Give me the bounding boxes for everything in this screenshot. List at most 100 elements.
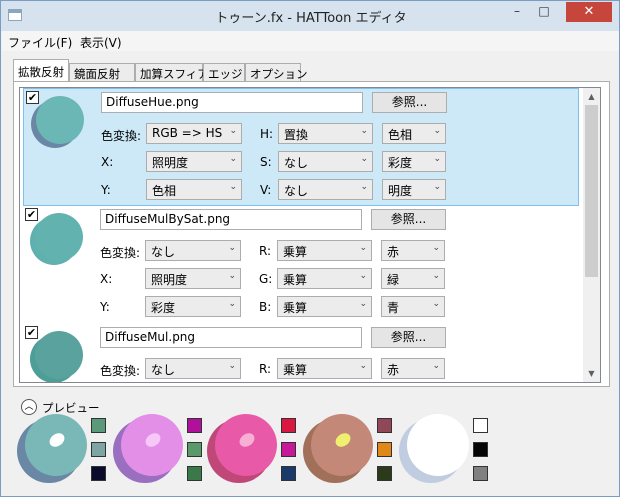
minimize-button[interactable]: – — [504, 2, 530, 22]
combo-value: なし — [151, 363, 176, 377]
combo-value: 彩度 — [388, 156, 413, 170]
browse-button[interactable]: 参照... — [371, 209, 446, 230]
texture-file-field[interactable]: DiffuseMulBySat.png — [100, 209, 362, 230]
color-conversion-select[interactable]: なし ⌄ — [145, 240, 241, 261]
layer-thumbnail — [31, 96, 84, 148]
chevron-down-icon: ⌄ — [359, 243, 367, 253]
axis-source-select[interactable]: 照明度 ⌄ — [146, 151, 242, 172]
chevron-down-icon: ⌄ — [432, 271, 440, 281]
layer-entry[interactable]: ✔ DiffuseHue.png 参照... 色変換: RGB => HS ⌄ H: 置換 ⌄… — [23, 88, 579, 206]
axis-source-select[interactable]: 彩度 ⌄ — [145, 296, 241, 317]
scroll-up-arrow-icon[interactable]: ▲ — [583, 88, 600, 105]
chevron-down-icon: ⌄ — [432, 299, 440, 309]
axis-label: Y: — [101, 183, 111, 197]
axis-source-select[interactable]: 色相 ⌄ — [146, 179, 242, 200]
maximize-button[interactable]: □ — [531, 2, 557, 22]
combo-value: 乗算 — [283, 301, 308, 315]
blend-op-select[interactable]: 乗算 ⌄ — [277, 296, 372, 317]
close-button[interactable]: ✕ — [566, 2, 612, 22]
chevron-down-icon: ⌄ — [228, 361, 236, 371]
vertical-scrollbar[interactable]: ▲ ▼ — [583, 88, 600, 382]
blend-op-select[interactable]: 乗算 ⌄ — [277, 240, 372, 261]
color-swatch[interactable] — [281, 418, 296, 433]
blend-op-select[interactable]: 乗算 ⌄ — [277, 268, 372, 289]
tab-add-sphere[interactable]: 加算スフィア — [135, 63, 209, 81]
source-channel-select[interactable]: 明度 ⌄ — [382, 179, 446, 200]
combo-value: 乗算 — [283, 245, 308, 259]
combo-value: 乗算 — [283, 273, 308, 287]
combo-value: なし — [284, 156, 309, 170]
preview-sphere — [113, 414, 183, 483]
tab-specular[interactable]: 鏡面反射 — [69, 63, 135, 81]
chevron-down-icon: ⌄ — [229, 154, 237, 164]
color-swatch[interactable] — [187, 442, 202, 457]
preview-sphere — [17, 414, 87, 483]
color-swatch[interactable] — [377, 466, 392, 481]
color-swatch[interactable] — [473, 466, 488, 481]
channel-label: B: — [259, 300, 272, 314]
blend-op-select[interactable]: 乗算 ⌄ — [277, 358, 372, 379]
app-icon[interactable] — [8, 9, 22, 21]
tab-diffuse[interactable]: 拡散反射 — [13, 59, 69, 81]
color-swatch[interactable] — [91, 442, 106, 457]
tab-options[interactable]: オプション — [245, 63, 308, 81]
color-swatch[interactable] — [281, 466, 296, 481]
blend-op-select[interactable]: なし ⌄ — [278, 151, 373, 172]
layer-entry[interactable]: ✔ DiffuseMul.png 参照... 色変換: なし ⌄ R: 乗算 ⌄ 赤 ⌄ — [23, 324, 579, 382]
texture-file-field[interactable]: DiffuseHue.png — [101, 92, 363, 113]
color-conversion-select[interactable]: RGB => HS ⌄ — [146, 123, 242, 144]
combo-value: 赤 — [387, 363, 400, 377]
combo-value: RGB => HS — [152, 126, 223, 140]
source-channel-select[interactable]: 緑 ⌄ — [381, 268, 445, 289]
blend-op-select[interactable]: 置換 ⌄ — [278, 123, 373, 144]
layer-thumbnail — [30, 331, 83, 382]
color-swatch[interactable] — [473, 418, 488, 433]
source-channel-select[interactable]: 色相 ⌄ — [382, 123, 446, 144]
chevron-down-icon: ⌄ — [228, 299, 236, 309]
color-swatch[interactable] — [91, 466, 106, 481]
color-swatch[interactable] — [91, 418, 106, 433]
color-conversion-select[interactable]: なし ⌄ — [145, 358, 241, 379]
color-swatch[interactable] — [187, 418, 202, 433]
color-conversion-label: 色変換: — [100, 364, 141, 378]
axis-label: X: — [101, 155, 114, 169]
preview-sphere — [399, 414, 469, 483]
combo-value: 青 — [387, 301, 400, 315]
preview-sphere — [303, 414, 373, 483]
chevron-down-icon: ⌄ — [433, 126, 441, 136]
color-swatch[interactable] — [377, 418, 392, 433]
preview-sphere — [207, 414, 277, 483]
source-channel-select[interactable]: 赤 ⌄ — [381, 358, 445, 379]
axis-source-select[interactable]: 照明度 ⌄ — [145, 268, 241, 289]
combo-value: 照明度 — [151, 273, 188, 287]
color-swatch[interactable] — [473, 442, 488, 457]
menu-file[interactable]: ファイル(F) — [8, 34, 72, 51]
layer-entry[interactable]: ✔ DiffuseMulBySat.png 参照... 色変換: なし ⌄ R: 乗算 ⌄ 赤 ⌄… — [23, 206, 579, 324]
layer-list[interactable]: ✔ DiffuseHue.png 参照... 色変換: RGB => HS ⌄ H: 置換 ⌄… — [19, 87, 601, 383]
texture-file-field[interactable]: DiffuseMul.png — [100, 327, 362, 348]
chevron-down-icon: ⌄ — [228, 243, 236, 253]
combo-value: 照明度 — [152, 156, 189, 170]
chevron-down-icon: ⌄ — [433, 182, 441, 192]
title-bar[interactable]: トゥーン.fx - HATToon エディタ – □ ✕ — [1, 1, 619, 31]
menu-view[interactable]: 表示(V) — [80, 34, 122, 51]
source-channel-select[interactable]: 彩度 ⌄ — [382, 151, 446, 172]
scroll-thumb[interactable] — [585, 105, 598, 277]
source-channel-select[interactable]: 青 ⌄ — [381, 296, 445, 317]
combo-value: 彩度 — [151, 301, 176, 315]
browse-button[interactable]: 参照... — [372, 92, 447, 113]
tab-edge[interactable]: エッジ — [203, 63, 245, 81]
source-channel-select[interactable]: 赤 ⌄ — [381, 240, 445, 261]
app-window: トゥーン.fx - HATToon エディタ – □ ✕ ファイル(F) 表示(… — [0, 0, 620, 497]
color-swatch[interactable] — [377, 442, 392, 457]
axis-label: Y: — [100, 300, 110, 314]
chevron-down-icon: ⌄ — [229, 182, 237, 192]
color-swatch[interactable] — [187, 466, 202, 481]
chevron-down-icon: ⌄ — [359, 271, 367, 281]
color-conversion-label: 色変換: — [100, 246, 141, 260]
scroll-down-arrow-icon[interactable]: ▼ — [583, 365, 600, 382]
color-swatch[interactable] — [281, 442, 296, 457]
blend-op-select[interactable]: なし ⌄ — [278, 179, 373, 200]
chevron-down-icon: ⌄ — [360, 154, 368, 164]
browse-button[interactable]: 参照... — [371, 327, 446, 348]
